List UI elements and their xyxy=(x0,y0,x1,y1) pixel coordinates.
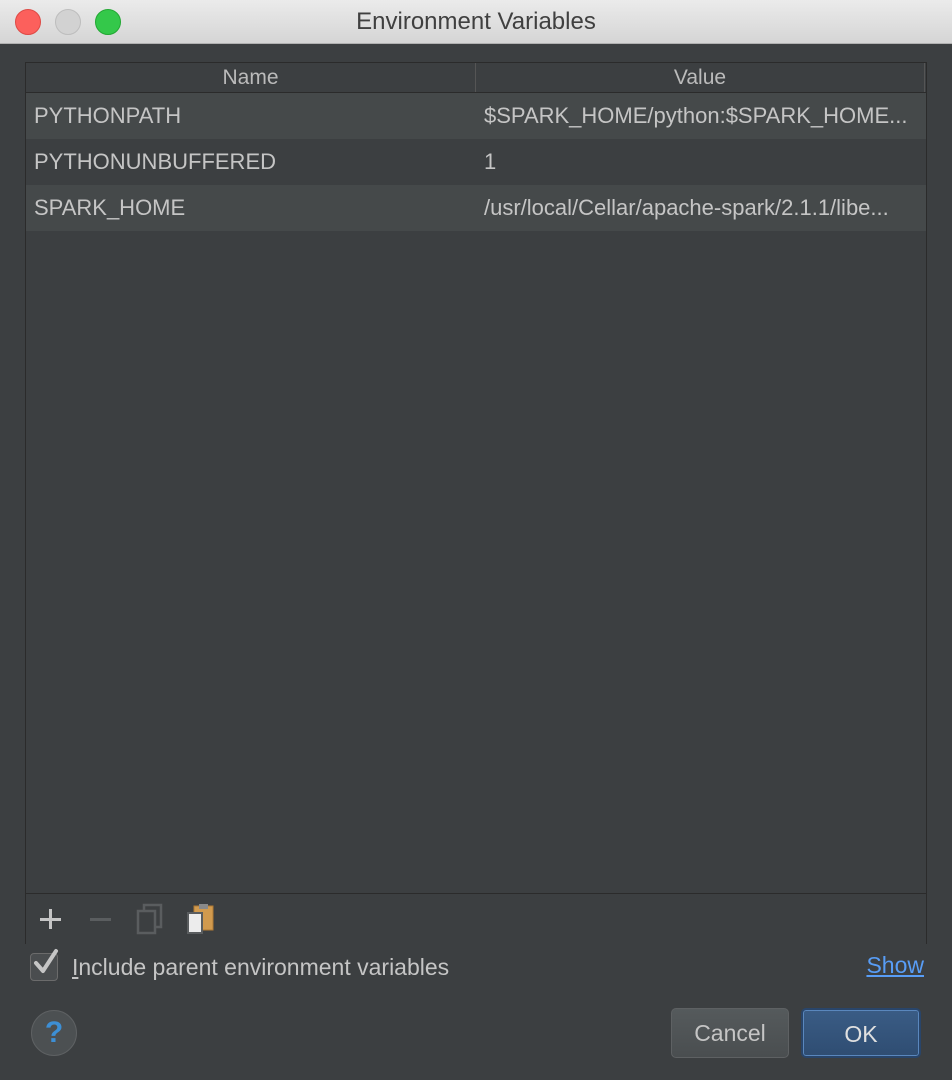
checkmark-icon xyxy=(34,949,58,973)
column-header-name[interactable]: Name xyxy=(26,63,476,92)
ok-button[interactable]: OK xyxy=(801,1008,921,1058)
copy-variables-button[interactable] xyxy=(133,902,167,936)
show-parent-variables-link[interactable]: Show xyxy=(866,950,924,980)
include-parent-label[interactable]: Include parent environment variables xyxy=(72,950,449,984)
table-row[interactable]: SPARK_HOME /usr/local/Cellar/apache-spar… xyxy=(26,185,926,231)
include-parent-checkbox[interactable] xyxy=(30,949,58,981)
row-name-cell[interactable]: PYTHONPATH xyxy=(34,93,464,139)
table-header: Name Value xyxy=(26,63,926,93)
minus-icon xyxy=(90,918,111,921)
table-row[interactable]: PYTHONUNBUFFERED 1 xyxy=(26,139,926,185)
table-body: PYTHONPATH $SPARK_HOME/python:$SPARK_HOM… xyxy=(26,93,926,231)
paste-icon xyxy=(187,904,214,934)
remove-variable-button[interactable] xyxy=(83,902,117,936)
column-header-value[interactable]: Value xyxy=(476,63,925,92)
title-bar: Environment Variables xyxy=(0,0,952,44)
row-value-cell[interactable]: 1 xyxy=(484,139,919,185)
paste-variables-button[interactable] xyxy=(183,902,217,936)
row-name-cell[interactable]: SPARK_HOME xyxy=(34,185,464,231)
copy-icon xyxy=(136,903,163,935)
plus-icon xyxy=(40,909,61,929)
help-button[interactable]: ? xyxy=(31,1010,77,1056)
window-title: Environment Variables xyxy=(356,8,596,35)
table-toolbar xyxy=(26,893,926,944)
env-vars-table: Name Value PYTHONPATH $SPARK_HOME/python… xyxy=(25,62,927,944)
row-name-cell[interactable]: PYTHONUNBUFFERED xyxy=(34,139,464,185)
row-value-cell[interactable]: $SPARK_HOME/python:$SPARK_HOME... xyxy=(484,93,919,139)
include-parent-label-text: nclude parent environment variables xyxy=(78,954,450,980)
row-value-cell[interactable]: /usr/local/Cellar/apache-spark/2.1.1/lib… xyxy=(484,185,919,231)
table-row[interactable]: PYTHONPATH $SPARK_HOME/python:$SPARK_HOM… xyxy=(26,93,926,139)
question-mark-icon: ? xyxy=(44,1016,64,1049)
cancel-button[interactable]: Cancel xyxy=(671,1008,789,1058)
add-variable-button[interactable] xyxy=(33,902,67,936)
